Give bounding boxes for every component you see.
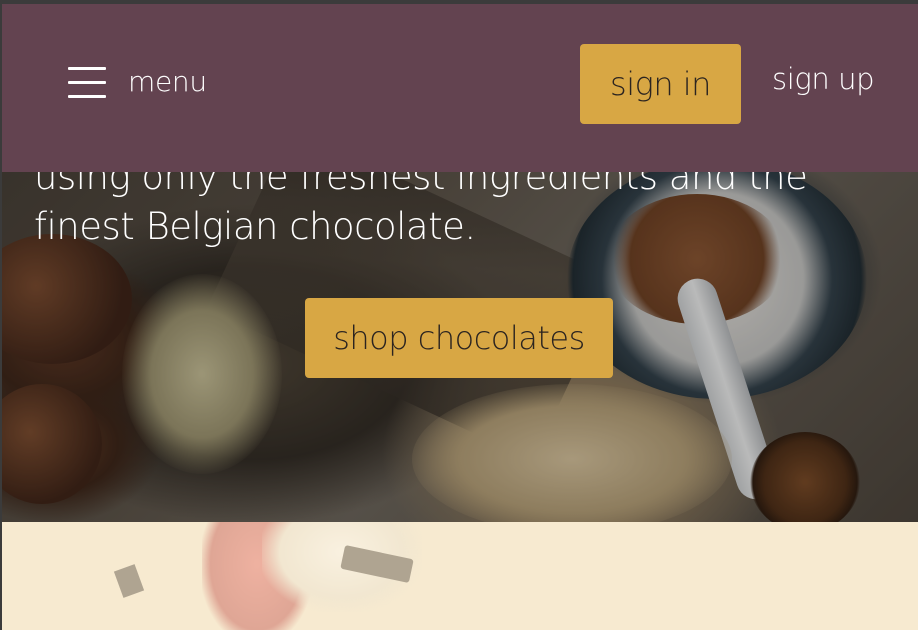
chocolate-shard-decoration [113,564,145,598]
sign-in-button[interactable]: sign in [580,44,741,124]
menu-toggle[interactable]: menu [68,64,207,98]
shop-chocolates-button[interactable]: shop chocolates [305,298,613,378]
menu-label[interactable]: menu [128,65,207,98]
page: using only the freshest ingredients and … [2,4,918,630]
featured-image [112,522,442,630]
hamburger-menu-icon[interactable] [68,64,106,98]
top-navbar: menu sign in sign up [2,4,918,172]
sign-up-link[interactable]: sign up [772,62,875,96]
featured-section [2,522,918,630]
